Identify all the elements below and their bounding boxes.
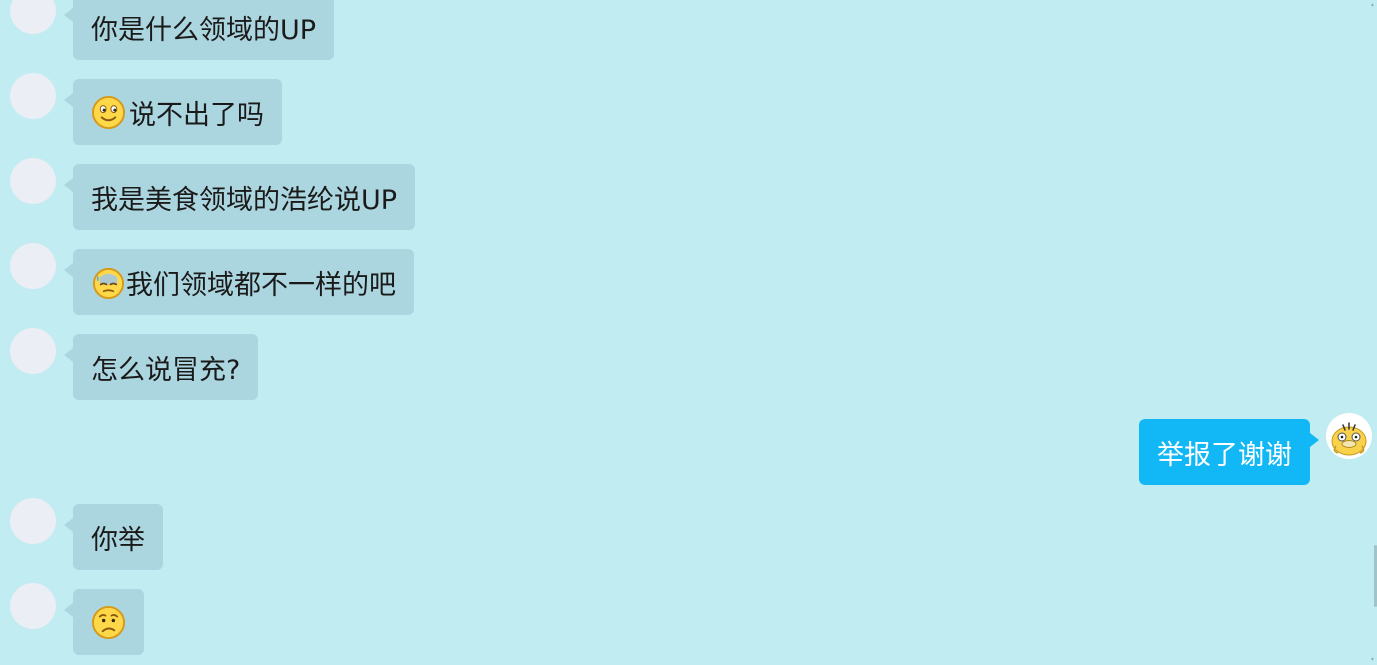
message-text: 怎么说冒充? <box>91 354 241 386</box>
contact-avatar[interactable] <box>10 0 56 34</box>
message-text: 说不出了吗 <box>129 99 264 131</box>
duck-avatar-icon <box>1326 413 1372 459</box>
message-text: 我们领域都不一样的吧 <box>126 269 396 301</box>
scroll-down-arrow-icon[interactable]: ▾ <box>1371 657 1377 663</box>
message-bubble[interactable]: 我们领域都不一样的吧 <box>64 249 414 315</box>
contact-avatar[interactable] <box>10 328 56 374</box>
message-bubble[interactable] <box>64 589 144 655</box>
message-bubble[interactable]: 我是美食领域的浩纶说UP <box>63 164 416 230</box>
smile-emoji-icon <box>91 95 126 129</box>
message-text: 举报了谢谢 <box>1157 439 1292 471</box>
message-text: 你是什么领域的UP <box>91 14 317 46</box>
contact-avatar[interactable] <box>10 158 56 204</box>
contact-avatar[interactable] <box>10 73 56 119</box>
scroll-up-arrow-icon[interactable]: ▴ <box>1371 2 1377 8</box>
message-bubble-self[interactable]: 举报了谢谢 <box>1139 419 1319 485</box>
chat-window: 你是什么领域的UP 说不出了吗 我是美食领域的浩纶说UP 我们领域都不一样的吧 <box>0 0 1377 665</box>
contact-avatar[interactable] <box>10 583 56 629</box>
chat-scrollbar[interactable]: ▴ ▾ <box>1371 0 1377 665</box>
contact-avatar[interactable] <box>10 243 56 289</box>
message-text: 我是美食领域的浩纶说UP <box>91 184 398 216</box>
message-text: 你举 <box>91 524 145 556</box>
contact-avatar[interactable] <box>10 498 56 544</box>
message-bubble[interactable]: 你是什么领域的UP <box>63 0 335 60</box>
message-bubble[interactable]: 说不出了吗 <box>64 79 282 145</box>
message-bubble[interactable]: 怎么说冒充? <box>63 334 259 400</box>
message-bubble[interactable]: 你举 <box>64 504 163 570</box>
frown-emoji-icon <box>91 605 126 639</box>
self-avatar[interactable] <box>1326 413 1372 459</box>
sweat-emoji-icon <box>92 267 125 299</box>
